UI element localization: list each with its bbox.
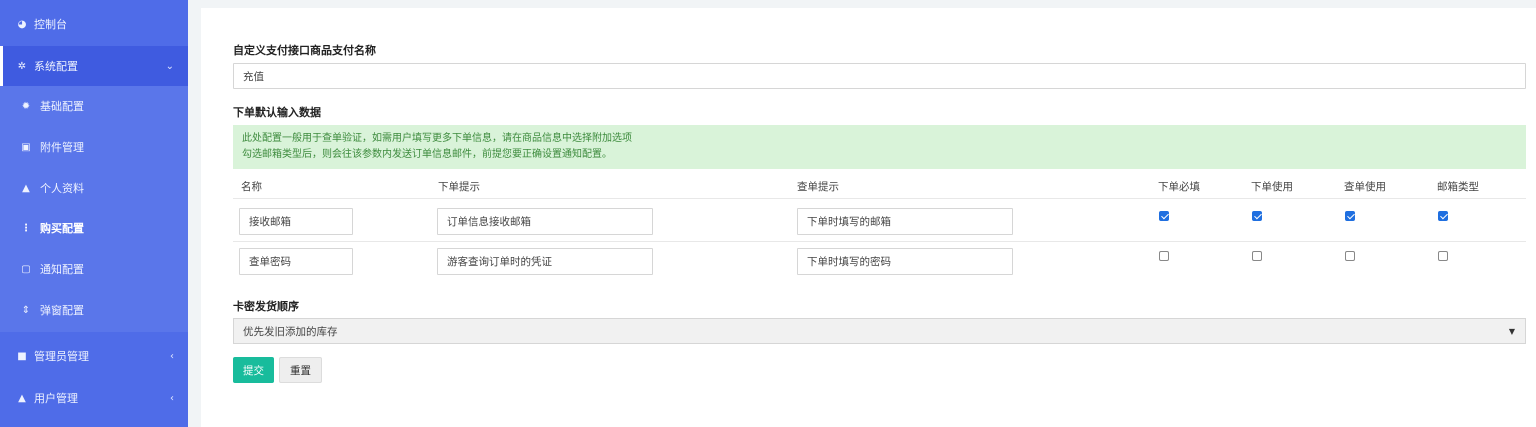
header-name: 名称 [241,181,262,193]
product-name-title: 自定义支付接口商品支付名称 [233,44,376,57]
sidebar-item-label: 购买配置 [40,222,84,235]
sidebar-item-profile[interactable]: ▲ 个人资料 [0,168,188,208]
sidebar-item-attachments[interactable]: ▣ 附件管理 [0,127,188,167]
row1-name-input[interactable]: 接收邮箱 [239,208,353,235]
alert-line-2: 勾选邮箱类型后，则会往该参数内发送订单信息邮件，前提您要正确设置通知配置。 [242,149,612,160]
header-query-hint: 查单提示 [797,181,839,193]
main-content: 自定义支付接口商品支付名称 充值 下单默认输入数据 此处配置一般用于查单验证，如… [201,8,1536,427]
caret-down-icon: ▼ [1508,327,1515,336]
row2-order-use-checkbox[interactable] [1252,251,1262,261]
header-email-type: 邮箱类型 [1437,181,1479,193]
sidebar-item-label: 控制台 [34,18,67,31]
product-name-input[interactable]: 充值 [233,63,1526,89]
sidebar-item-admin-management[interactable]: ■ 管理员管理 ‹ [0,336,188,376]
row2-email-type-checkbox[interactable] [1438,251,1448,261]
user-icon: ▲ [18,392,26,404]
row1-email-type-checkbox[interactable] [1438,211,1448,221]
user-icon: ▲ [22,182,30,194]
sidebar-item-basic-config[interactable]: ✹ 基础配置 [0,86,188,126]
row1-query-use-checkbox[interactable] [1345,211,1355,221]
windows-icon: ■ [17,350,27,362]
order-default-title: 下单默认输入数据 [233,106,321,119]
gears-icon: ✲ [17,60,27,72]
alert-line-1: 此处配置一般用于查单验证，如需用户填写更多下单信息，请在商品信息中选择附加选项 [242,133,632,144]
row1-order-hint-input[interactable]: 订单信息接收邮箱 [437,208,653,235]
reset-button[interactable]: 重置 [279,357,322,383]
header-order-required: 下单必填 [1158,181,1200,193]
submit-button[interactable]: 提交 [233,357,274,383]
sort-icon: ⇕ [21,304,31,316]
row2-order-hint-input[interactable]: 游客查询订单时的凭证 [437,248,653,275]
card-order-select[interactable]: 优先发旧添加的库存 ▼ [233,318,1526,344]
ellipsis-icon: ⋮ [21,222,31,234]
row-divider [233,241,1526,242]
header-order-use: 下单使用 [1251,181,1293,193]
chevron-down-icon: ⌄ [165,60,174,72]
sidebar-item-purchase-config[interactable]: ⋮ 购买配置 [0,208,188,248]
sidebar-item-label: 附件管理 [40,141,84,154]
sidebar-item-dashboard[interactable]: ◕ 控制台 [0,4,188,44]
sidebar: ◕ 控制台 ✲ 系统配置 ⌄ ✹ 基础配置 ▣ 附件管理 ▲ 个人资料 ⋮ 购买… [0,0,188,427]
message-icon: ▢ [21,263,31,275]
chevron-left-icon: ‹ [170,392,174,404]
card-order-selected-value: 优先发旧添加的库存 [243,325,338,338]
header-query-use: 查单使用 [1344,181,1386,193]
row2-order-required-checkbox[interactable] [1159,251,1169,261]
sidebar-item-label: 用户管理 [34,392,78,405]
row-divider [233,198,1526,199]
row1-query-hint-input[interactable]: 下单时填写的邮箱 [797,208,1013,235]
sidebar-item-notify-config[interactable]: ▢ 通知配置 [0,249,188,289]
dashboard-icon: ◕ [17,18,27,30]
sidebar-item-system-config[interactable]: ✲ 系统配置 ⌄ [0,46,188,86]
row2-query-use-checkbox[interactable] [1345,251,1355,261]
sidebar-item-label: 基础配置 [40,100,84,113]
sidebar-item-label: 管理员管理 [34,350,89,363]
header-order-hint: 下单提示 [438,181,480,193]
gear-icon: ✹ [21,100,31,112]
sidebar-item-label: 通知配置 [40,263,84,276]
row1-order-required-checkbox[interactable] [1159,211,1169,221]
row1-order-use-checkbox[interactable] [1252,211,1262,221]
card-order-title: 卡密发货顺序 [233,300,299,313]
row2-query-hint-input[interactable]: 下单时填写的密码 [797,248,1013,275]
row2-name-input[interactable]: 查单密码 [239,248,353,275]
sidebar-item-label: 弹窗配置 [40,304,84,317]
sidebar-item-label: 个人资料 [40,182,84,195]
image-icon: ▣ [21,141,31,153]
sidebar-item-user-management[interactable]: ▲ 用户管理 ‹ [0,378,188,418]
info-alert: 此处配置一般用于查单验证，如需用户填写更多下单信息，请在商品信息中选择附加选项 … [233,125,1526,169]
sidebar-item-label: 系统配置 [34,60,78,73]
chevron-left-icon: ‹ [170,350,174,362]
sidebar-item-popup-config[interactable]: ⇕ 弹窗配置 [0,290,188,330]
